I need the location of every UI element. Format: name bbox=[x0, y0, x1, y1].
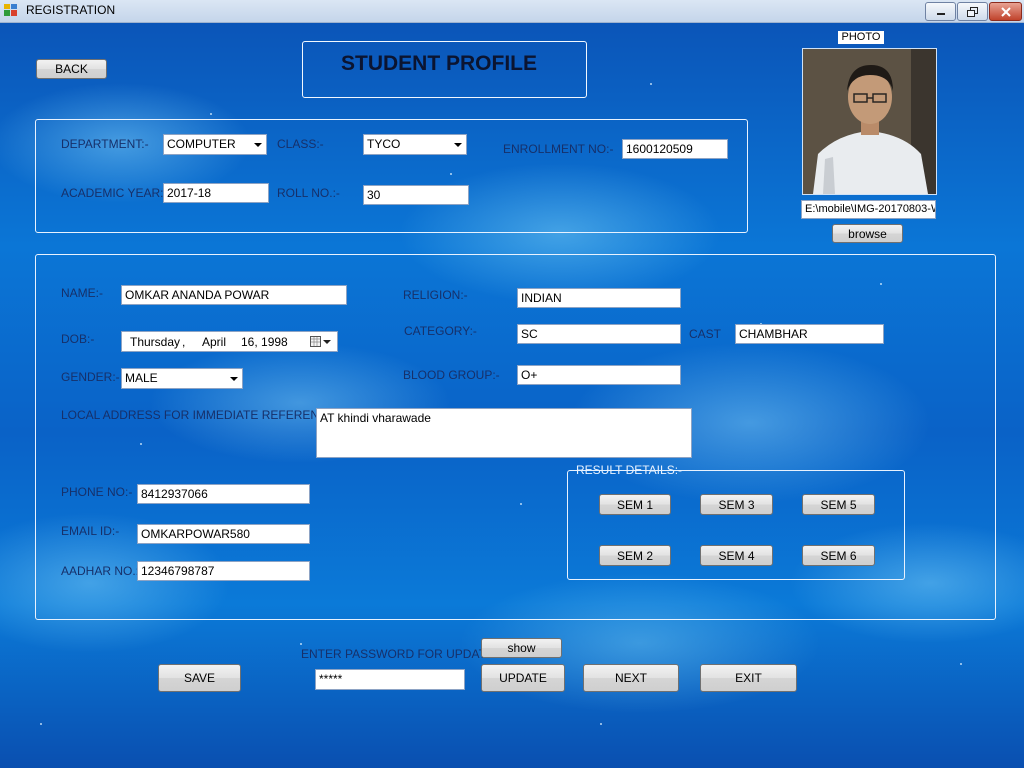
aadhar-input[interactable]: 12346798787 bbox=[137, 561, 310, 581]
dob-month: April bbox=[202, 335, 227, 349]
gender-select[interactable]: MALE bbox=[121, 368, 243, 389]
dob-date: 16, 1998 bbox=[241, 335, 288, 349]
restore-icon bbox=[966, 6, 978, 17]
update-button[interactable]: UPDATE bbox=[481, 664, 565, 692]
cast-label: CAST bbox=[689, 327, 722, 341]
category-label: CATEGORY:- bbox=[404, 324, 477, 338]
email-label: EMAIL ID:- bbox=[61, 524, 120, 538]
class-value: TYCO bbox=[367, 137, 401, 151]
department-value: COMPUTER bbox=[167, 137, 236, 151]
photo-label: PHOTO bbox=[838, 31, 884, 44]
chevron-down-icon bbox=[230, 377, 238, 381]
academic-year-label: ACADEMIC YEAR:- bbox=[61, 186, 168, 200]
exit-button[interactable]: EXIT bbox=[700, 664, 797, 692]
save-button[interactable]: SAVE bbox=[158, 664, 241, 692]
password-input[interactable]: ***** bbox=[315, 669, 465, 690]
category-input[interactable]: SC bbox=[517, 324, 681, 344]
aadhar-label: AADHAR NO.:- bbox=[61, 564, 144, 578]
sem-3-button[interactable]: SEM 3 bbox=[700, 494, 773, 515]
cast-input[interactable]: CHAMBHAR bbox=[735, 324, 884, 344]
roll-no-label: ROLL NO.:- bbox=[277, 186, 340, 200]
academic-year-input[interactable]: 2017-18 bbox=[163, 183, 269, 203]
chevron-down-icon bbox=[254, 143, 262, 147]
enrollment-input[interactable]: 1600120509 bbox=[622, 139, 728, 159]
name-label: NAME:- bbox=[61, 286, 103, 300]
dob-date-picker[interactable]: Thursday , April 16, 1998 bbox=[121, 331, 338, 352]
result-details-legend: RESULT DETAILS:- bbox=[576, 463, 683, 477]
department-select[interactable]: COMPUTER bbox=[163, 134, 267, 155]
minimize-button[interactable] bbox=[925, 2, 956, 21]
gender-value: MALE bbox=[125, 371, 158, 385]
close-button[interactable] bbox=[989, 2, 1022, 21]
address-label: LOCAL ADDRESS FOR IMMEDIATE REFERENCE:- bbox=[61, 408, 344, 422]
name-input[interactable]: OMKAR ANANDA POWAR bbox=[121, 285, 347, 305]
sem-6-button[interactable]: SEM 6 bbox=[802, 545, 875, 566]
address-textarea[interactable]: AT khindi vharawade bbox=[316, 408, 692, 458]
photo-path-field[interactable]: E:\mobile\IMG-20170803-W bbox=[801, 200, 936, 219]
gender-label: GENDER:- bbox=[61, 370, 120, 384]
page-title: STUDENT PROFILE bbox=[340, 52, 537, 75]
department-label: DEPARTMENT:- bbox=[61, 137, 149, 151]
blood-group-input[interactable]: O+ bbox=[517, 365, 681, 385]
restore-button[interactable] bbox=[957, 2, 988, 21]
title-bar: REGISTRATION bbox=[0, 0, 1024, 23]
dob-label: DOB:- bbox=[61, 332, 95, 346]
minimize-icon bbox=[936, 12, 945, 15]
roll-no-input[interactable]: 30 bbox=[363, 185, 469, 205]
phone-label: PHONE NO:- bbox=[61, 485, 133, 499]
back-button[interactable]: BACK bbox=[36, 59, 107, 79]
class-label: CLASS:- bbox=[277, 137, 324, 151]
religion-input[interactable]: INDIAN bbox=[517, 288, 681, 308]
app-icon bbox=[4, 4, 17, 16]
chevron-down-icon bbox=[454, 143, 462, 147]
enrollment-label: ENROLLMENT NO:- bbox=[503, 142, 614, 156]
sem-5-button[interactable]: SEM 5 bbox=[802, 494, 875, 515]
sem-1-button[interactable]: SEM 1 bbox=[599, 494, 671, 515]
password-label: ENTER PASSWORD FOR UPDATE bbox=[301, 647, 494, 661]
blood-group-label: BLOOD GROUP:- bbox=[403, 368, 500, 382]
student-photo-image bbox=[803, 49, 936, 194]
show-password-button[interactable]: show bbox=[481, 638, 562, 658]
phone-input[interactable]: 8412937066 bbox=[137, 484, 310, 504]
student-photo bbox=[802, 48, 937, 195]
heading-box: STUDENT PROFILE bbox=[302, 41, 587, 98]
calendar-icon[interactable] bbox=[310, 336, 332, 348]
dob-separator: , bbox=[182, 335, 186, 349]
sem-4-button[interactable]: SEM 4 bbox=[700, 545, 773, 566]
sem-2-button[interactable]: SEM 2 bbox=[599, 545, 671, 566]
window-title: REGISTRATION bbox=[26, 3, 116, 17]
dob-day: Thursday bbox=[130, 335, 181, 349]
next-button[interactable]: NEXT bbox=[583, 664, 679, 692]
email-input[interactable]: OMKARPOWAR580 bbox=[137, 524, 310, 544]
close-icon bbox=[1000, 6, 1011, 17]
registration-form: BACK STUDENT PROFILE PHOTO E:\mobile\IMG… bbox=[0, 23, 1024, 768]
religion-label: RELIGION:- bbox=[403, 288, 468, 302]
browse-button[interactable]: browse bbox=[832, 224, 903, 243]
class-select[interactable]: TYCO bbox=[363, 134, 467, 155]
